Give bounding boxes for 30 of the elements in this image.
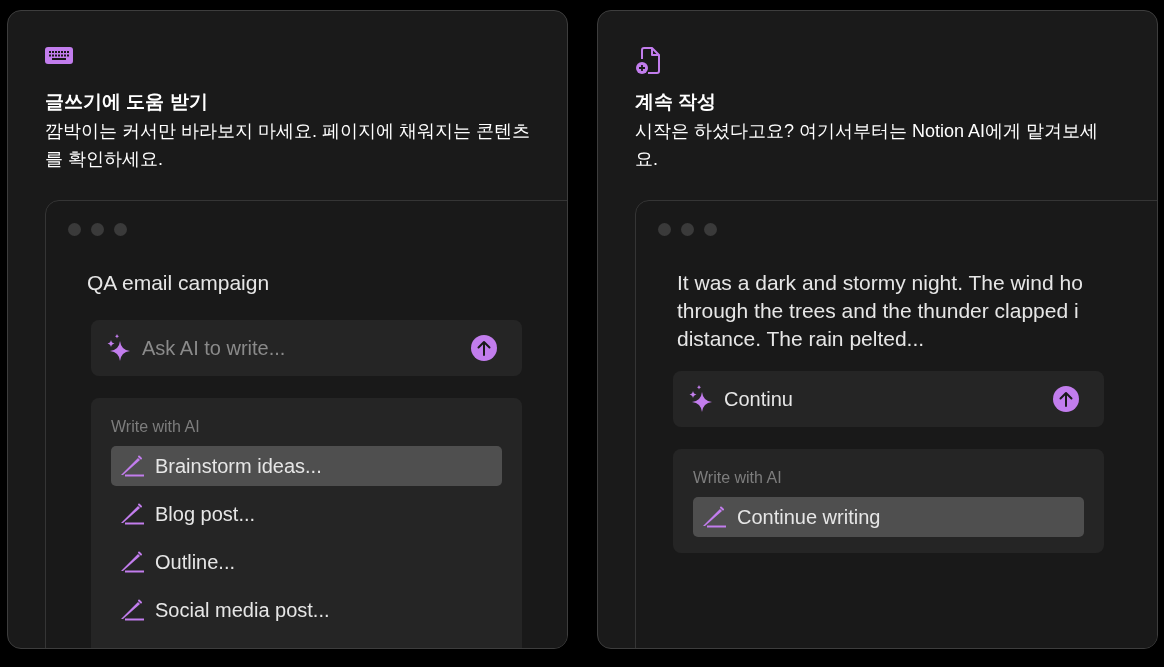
menu-item[interactable]: Continue writing [693, 497, 1084, 537]
input-field[interactable]: Ask AI to write... [91, 320, 522, 376]
pencil-icon [119, 503, 145, 525]
menu-item[interactable]: Blog post... [111, 494, 502, 534]
menu-header: Write with AI [111, 417, 201, 437]
arrow-up-icon [477, 340, 491, 356]
pencil-icon [119, 455, 145, 477]
menu-item[interactable]: Outline... [111, 542, 502, 582]
send-button[interactable] [1053, 386, 1079, 412]
card-title: 계속 작성 [635, 90, 718, 114]
paragraph-line: It was a dark and stormy night. The wind ho [677, 270, 1084, 296]
keyboard-icon [45, 45, 73, 65]
pencil-icon [119, 551, 145, 573]
paragraph-line: distance. The rain pelted... [677, 326, 926, 352]
pencil-icon [119, 599, 145, 621]
menu-item[interactable]: Social media post... [111, 590, 502, 630]
arrow-up-icon [1059, 391, 1073, 407]
paragraph-line: through the trees and the thunder clapped i [677, 298, 1080, 324]
menu-item[interactable]: Brainstorm ideas... [111, 446, 502, 486]
send-button[interactable] [471, 335, 497, 361]
input-field[interactable]: Continu [673, 371, 1104, 427]
text-input[interactable]: Continu [724, 384, 1043, 414]
card-title: 글쓰기에 도움 받기 [45, 90, 209, 114]
card-description: 시작은 하셨다고요? 여기서부터는 Notion AI에게 맡겨보세요. [635, 120, 1100, 171]
card-description: 깜박이는 커서만 바라보지 마세요. 페이지에 채워지는 콘텐츠를 확인하세요. [45, 120, 531, 171]
page-title: QA email campaign [87, 270, 271, 296]
text-input[interactable]: Ask AI to write... [142, 333, 461, 363]
menu-header: Write with AI [693, 468, 783, 488]
pencil-icon [701, 506, 727, 528]
file-plus-icon [635, 47, 661, 75]
